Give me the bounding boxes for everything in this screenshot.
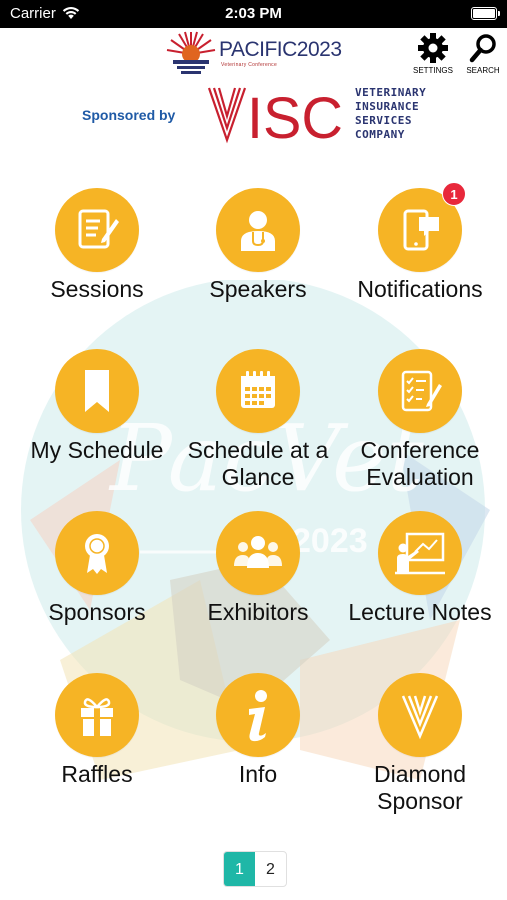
award-ribbon-icon [85, 534, 109, 574]
menu-label: Raffles [61, 761, 133, 787]
sponsors-icon-circle [55, 511, 139, 595]
pacific-2023-logo: PACIFIC2023 Veterinary Conference [163, 30, 343, 80]
visc-logo[interactable]: ISC [205, 84, 345, 151]
menu-item-speakers[interactable]: Speakers [173, 188, 343, 303]
menu-item-sessions[interactable]: Sessions [12, 188, 182, 303]
logo-subtitle: Veterinary Conference [221, 62, 278, 68]
visc-v-icon [401, 695, 439, 740]
visc-logo-mark-icon: ISC [207, 86, 343, 151]
clock: 2:03 PM [225, 5, 282, 22]
menu-item-diamond-sponsor[interactable]: Diamond Sponsor [335, 673, 505, 815]
visc-line: VETERINARY [355, 86, 427, 99]
visc-line: SERVICES [355, 114, 412, 127]
evaluation-icon-circle [378, 349, 462, 433]
diamond-sponsor-icon-circle [378, 673, 462, 757]
menu-item-raffles[interactable]: Raffles [12, 673, 182, 788]
raffles-icon-circle [55, 673, 139, 757]
visc-line: INSURANCE [355, 100, 420, 113]
doctor-icon [241, 211, 275, 251]
menu-item-conference-evaluation[interactable]: Conference Evaluation [335, 349, 505, 491]
svg-text:ISC: ISC [247, 86, 343, 146]
phone-chat-icon [403, 209, 439, 251]
menu-label-line: Conference [360, 437, 480, 463]
menu-label: Sponsors [48, 599, 146, 625]
menu-label: My Schedule [30, 437, 164, 463]
menu-label: Speakers [209, 276, 307, 302]
sessions-icon-circle [55, 188, 139, 272]
info-icon-circle [216, 673, 300, 757]
info-icon [249, 690, 267, 742]
menu-label: Info [238, 761, 278, 787]
document-pen-icon [78, 209, 119, 249]
calendar-icon [241, 371, 275, 408]
menu-label: Notifications [357, 276, 483, 302]
menu-item-exhibitors[interactable]: Exhibitors [173, 511, 343, 626]
menu-item-notifications[interactable]: 1 Notifications [335, 182, 505, 303]
app-header: PACIFIC2023 Veterinary Conference SETTIN… [0, 28, 507, 88]
menu-label-line: Diamond [373, 761, 467, 787]
battery-icon [471, 7, 500, 20]
menu-label: Diamond Sponsor [335, 761, 505, 815]
schedule-glance-icon-circle [216, 349, 300, 433]
notification-badge: 1 [442, 182, 466, 206]
gear-icon [418, 33, 448, 63]
sponsored-by-label: Sponsored by [82, 107, 176, 123]
menu-item-lecture-notes[interactable]: Lecture Notes [335, 511, 505, 626]
menu-item-sponsors[interactable]: Sponsors [12, 511, 182, 626]
menu-item-schedule-at-a-glance[interactable]: Schedule at a Glance [173, 349, 343, 491]
speakers-icon-circle [216, 188, 300, 272]
logo-text: PACIFIC2023 [219, 38, 342, 61]
search-icon [469, 34, 496, 63]
people-group-icon [234, 536, 282, 568]
menu-label: Conference Evaluation [335, 437, 505, 491]
menu-label: Schedule at a Glance [173, 437, 343, 491]
menu-label-line: Glance [221, 464, 295, 490]
lecture-notes-icon-circle [378, 511, 462, 595]
checklist-icon [401, 370, 442, 412]
sunburst-logo-icon [166, 31, 216, 74]
menu-label-line: Schedule at a [187, 437, 329, 463]
pagination: 1 2 [223, 851, 287, 887]
my-schedule-icon-circle [55, 349, 139, 433]
page-1-button[interactable]: 1 [224, 852, 255, 886]
menu-label-line: Evaluation [366, 464, 474, 490]
visc-company-name: VETERINARY INSURANCE SERVICES COMPANY [355, 86, 426, 142]
visc-line: COMPANY [355, 128, 405, 141]
status-bar: Carrier 2:03 PM [0, 0, 507, 28]
menu-label: Lecture Notes [348, 599, 492, 625]
menu-label: Exhibitors [207, 599, 309, 625]
search-button[interactable]: SEARCH [460, 32, 506, 75]
menu-item-info[interactable]: Info [173, 673, 343, 788]
page-2-button[interactable]: 2 [255, 852, 286, 886]
exhibitors-icon-circle [216, 511, 300, 595]
settings-button[interactable]: SETTINGS [410, 32, 456, 75]
menu-label: Sessions [50, 276, 144, 302]
notifications-icon-circle: 1 [378, 182, 466, 272]
settings-label: SETTINGS [412, 66, 453, 75]
search-label: SEARCH [466, 66, 500, 75]
presenter-board-icon [395, 532, 445, 575]
gift-icon [81, 698, 113, 736]
bookmark-icon [85, 370, 109, 412]
menu-item-my-schedule[interactable]: My Schedule [12, 349, 182, 464]
menu-label-line: Sponsor [377, 788, 463, 814]
